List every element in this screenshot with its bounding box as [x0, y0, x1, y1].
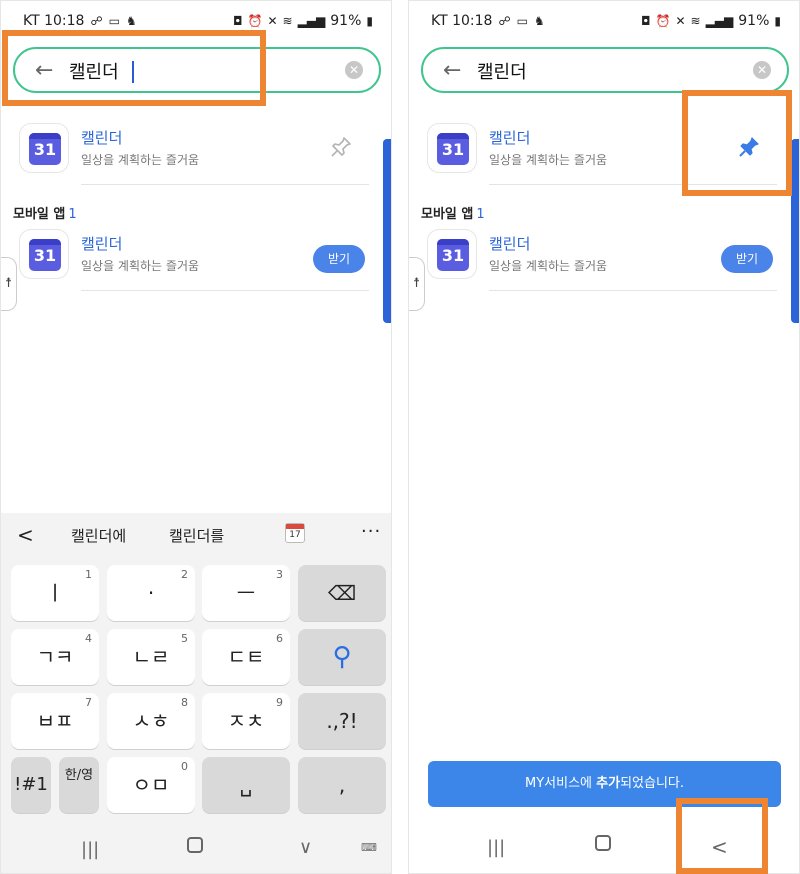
lock-icon: ◘	[233, 14, 243, 28]
keyboard-switch-icon[interactable]: ⌨	[361, 841, 377, 854]
link-icon: ☍	[498, 14, 511, 28]
game-icon: ♞	[125, 14, 137, 28]
mute-icon: ✕	[675, 14, 686, 28]
key-7[interactable]: ㅂㅍ 7	[11, 693, 99, 749]
carrier-time: KT 10:18	[431, 13, 493, 29]
search-key[interactable]: ⚲	[298, 629, 386, 685]
home-icon[interactable]	[187, 837, 203, 853]
divider	[81, 184, 369, 185]
app-tile: 31	[19, 229, 69, 279]
divider	[489, 290, 777, 291]
key-1[interactable]: ㅣ1	[11, 565, 99, 621]
status-bar: KT 10:18 ☍ ▭ ♞ ◘ ⏰ ✕ ≋ ▂▄▆ 91% ▮	[409, 1, 799, 41]
cc-icon: ▭	[108, 14, 120, 28]
result-row-calendar[interactable]: 31 캘린더 일상을 계획하는 즐거움	[19, 121, 369, 185]
suggestion-2[interactable]: 캘린더를	[169, 525, 224, 546]
get-app-button[interactable]: 받기	[313, 245, 365, 273]
calendar-app-icon: 31	[437, 239, 469, 271]
divider	[81, 290, 369, 291]
comma-key[interactable]: ,	[298, 757, 386, 813]
edge-panel-handle[interactable]	[791, 139, 799, 323]
backspace-key[interactable]: ⌫	[298, 565, 386, 621]
hide-keyboard-icon[interactable]: ∨	[299, 837, 312, 858]
nav-bar: ||| ∨ ⌨	[1, 825, 391, 873]
section-title-mobile-apps: 모바일 앱1	[13, 207, 77, 222]
suggestion-1[interactable]: 캘린더에	[71, 525, 126, 546]
key-9[interactable]: ㅈㅊ 9	[202, 693, 290, 749]
highlight-box-pin	[682, 90, 792, 196]
accessibility-icon[interactable]: ☨	[1, 257, 17, 311]
more-options-icon[interactable]: ···	[361, 521, 381, 542]
search-icon: ⚲	[332, 642, 352, 672]
battery-icon: ▮	[366, 14, 373, 28]
clear-search-button[interactable]: ✕	[753, 61, 771, 79]
app-name: 캘린더	[81, 129, 123, 147]
link-icon: ☍	[90, 14, 103, 28]
clear-search-button[interactable]: ✕	[345, 61, 363, 79]
app-description: 일상을 계획하는 즐거움	[489, 153, 608, 167]
calendar-app-icon: 31	[29, 239, 61, 271]
edge-panel-handle[interactable]	[383, 139, 391, 323]
back-arrow-icon[interactable]: ←	[443, 58, 461, 83]
app-tile: 31	[19, 123, 69, 173]
key-2[interactable]: · 2	[107, 565, 195, 621]
battery-icon: ▮	[774, 14, 781, 28]
battery-percent: 91%	[738, 13, 770, 29]
app-name: 캘린더	[81, 235, 123, 253]
search-bar[interactable]: ← ✕	[421, 47, 789, 93]
alarm-icon: ⏰	[655, 14, 671, 28]
space-icon: ␣	[239, 773, 253, 797]
accessibility-icon[interactable]: ☨	[409, 257, 425, 311]
carrier-time: KT 10:18	[23, 13, 85, 29]
left-phone-screen: KT 10:18 ☍ ▭ ♞ ◘ ⏰ ✕ ≋ ▂▄▆ 91% ▮ ← ✕ 31 …	[0, 0, 392, 874]
signal-icon: ▂▄▆	[705, 14, 734, 28]
search-input[interactable]	[477, 59, 737, 83]
mute-icon: ✕	[267, 14, 278, 28]
signal-icon: ▂▄▆	[297, 14, 326, 28]
highlight-box-search	[2, 30, 266, 106]
app-description: 일상을 계획하는 즐거움	[489, 259, 608, 273]
calendar-emoji-icon[interactable]: 17	[285, 523, 305, 543]
keyboard: < 캘린더에 캘린더를 17 ··· ㅣ1 · 2 ㅡ3 ⌫ ㄱㅋ 4 ㄴㄹ 5 ㄷㅌ…	[1, 513, 391, 873]
recent-apps-icon[interactable]: |||	[81, 839, 99, 860]
suggestion-bar: < 캘린더에 캘린더를 17 ···	[1, 513, 391, 557]
highlight-box-back	[676, 798, 768, 874]
lock-icon: ◘	[641, 14, 651, 28]
app-description: 일상을 계획하는 즐거움	[81, 153, 200, 167]
recent-apps-icon[interactable]: |||	[487, 837, 505, 858]
key-0[interactable]: ㅇㅁ 0	[107, 757, 195, 813]
mobile-app-row-calendar[interactable]: 31 캘린더 일상을 계획하는 즐거움 받기	[19, 227, 369, 291]
calendar-app-icon: 31	[437, 133, 469, 165]
battery-percent: 91%	[330, 13, 362, 29]
wifi-icon: ≋	[690, 14, 701, 28]
key-5[interactable]: ㄴㄹ 5	[107, 629, 195, 685]
calendar-app-icon: 31	[29, 133, 61, 165]
alarm-icon: ⏰	[247, 14, 263, 28]
game-icon: ♞	[533, 14, 545, 28]
symbols-key[interactable]: !#1	[11, 757, 51, 813]
chevron-left-icon[interactable]: <	[17, 523, 34, 547]
app-tile: 31	[427, 123, 477, 173]
key-4[interactable]: ㄱㅋ 4	[11, 629, 99, 685]
app-tile: 31	[427, 229, 477, 279]
mobile-app-row-calendar[interactable]: 31 캘린더 일상을 계획하는 즐거움 받기	[427, 227, 777, 291]
pin-outline-icon[interactable]	[329, 135, 353, 159]
key-8[interactable]: ㅅㅎ 8	[107, 693, 195, 749]
punctuation-key[interactable]: .,?!	[298, 693, 386, 749]
cc-icon: ▭	[516, 14, 528, 28]
app-name: 캘린더	[489, 235, 531, 253]
key-6[interactable]: ㄷㅌ 6	[202, 629, 290, 685]
language-key[interactable]: 한/영	[59, 757, 99, 813]
space-key[interactable]: ␣	[202, 757, 290, 813]
app-name: 캘린더	[489, 129, 531, 147]
home-icon[interactable]	[595, 835, 611, 851]
app-description: 일상을 계획하는 즐거움	[81, 259, 200, 273]
section-title-mobile-apps: 모바일 앱1	[421, 207, 485, 222]
backspace-icon: ⌫	[327, 581, 357, 605]
get-app-button[interactable]: 받기	[721, 245, 773, 273]
wifi-icon: ≋	[282, 14, 293, 28]
key-3[interactable]: ㅡ3	[202, 565, 290, 621]
